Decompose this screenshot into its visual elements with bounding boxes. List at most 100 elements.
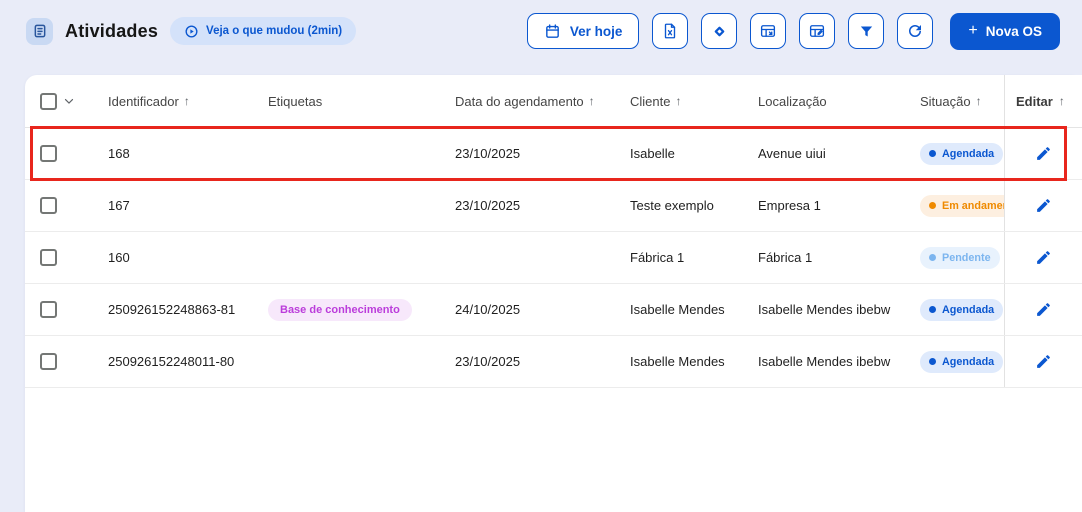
column-header-client[interactable]: Cliente ↑	[630, 94, 758, 109]
status-badge: Agendada	[920, 298, 1004, 321]
select-menu-chevron-icon[interactable]	[62, 94, 76, 108]
cell-edit	[1004, 232, 1082, 283]
filter-button[interactable]	[848, 13, 885, 49]
status-dot-icon	[929, 202, 936, 209]
select-all-checkbox[interactable]	[40, 92, 57, 110]
table-row[interactable]: 250926152248863-81 Base de conhecimento …	[25, 284, 1082, 336]
row-select-cell	[25, 145, 108, 162]
cell-edit	[1004, 284, 1082, 335]
cell-identifier: 167	[108, 198, 130, 213]
cell-date: 23/10/2025	[455, 198, 521, 213]
cell-date: 23/10/2025	[455, 146, 521, 161]
cell-client: Isabelle Mendes	[630, 302, 725, 317]
row-checkbox[interactable]	[40, 249, 57, 266]
cell-client: Isabelle Mendes	[630, 354, 725, 369]
edit-button[interactable]	[1035, 145, 1052, 162]
row-checkbox[interactable]	[40, 145, 57, 162]
status-badge: Agendada	[920, 350, 1004, 373]
table-row[interactable]: 168 23/10/2025 Isabelle Avenue uiui Agen…	[25, 128, 1082, 180]
view-today-label: Ver hoje	[569, 23, 623, 39]
cell-identifier: 250926152248011-80	[108, 354, 235, 369]
cell-status: Agendada	[920, 298, 1004, 321]
view-today-button[interactable]: Ver hoje	[526, 13, 640, 49]
diamond-button[interactable]	[701, 13, 738, 49]
play-circle-icon	[184, 24, 199, 39]
table-export-button[interactable]	[750, 13, 787, 49]
cell-location: Empresa 1	[758, 198, 821, 213]
activities-table-card: Identificador ↑ Etiquetas Data do agenda…	[25, 75, 1082, 512]
refresh-icon	[906, 22, 924, 40]
cell-identifier: 160	[108, 250, 130, 265]
table-row[interactable]: 167 23/10/2025 Teste exemplo Empresa 1 E…	[25, 180, 1082, 232]
cell-edit	[1004, 180, 1082, 231]
refresh-button[interactable]	[897, 13, 934, 49]
cell-date: 23/10/2025	[455, 354, 521, 369]
changelog-label: Veja o que mudou (2min)	[206, 25, 343, 37]
table-row[interactable]: 250926152248011-80 23/10/2025 Isabelle M…	[25, 336, 1082, 388]
table-edit-icon	[808, 22, 826, 40]
cell-location: Fábrica 1	[758, 250, 813, 265]
status-dot-icon	[929, 358, 936, 365]
column-header-identifier[interactable]: Identificador ↑	[108, 94, 268, 109]
tag-pill: Base de conhecimento	[268, 298, 412, 321]
column-header-date[interactable]: Data do agendamento ↑	[455, 94, 630, 109]
export-excel-button[interactable]	[652, 13, 689, 49]
cell-location: Avenue uiui	[758, 146, 826, 161]
cell-client: Isabelle	[630, 146, 675, 161]
row-checkbox[interactable]	[40, 197, 57, 214]
row-select-cell	[25, 249, 108, 266]
sort-asc-icon[interactable]: ↑	[675, 94, 681, 108]
row-select-cell	[25, 301, 108, 318]
activities-icon	[26, 17, 53, 45]
new-os-button[interactable]: + Nova OS	[950, 12, 1060, 50]
cell-status: Agendada	[920, 142, 1004, 165]
column-header-status[interactable]: Situação ↑	[920, 94, 1004, 109]
calendar-icon	[544, 23, 561, 40]
cell-tags: Base de conhecimento	[268, 298, 455, 321]
filter-icon	[858, 23, 875, 40]
excel-file-icon	[661, 22, 679, 40]
cell-edit	[1004, 128, 1082, 179]
status-badge: Pendente	[920, 246, 1000, 269]
sort-asc-icon[interactable]: ↑	[1059, 94, 1065, 108]
cell-status: Pendente	[920, 246, 1004, 269]
edit-button[interactable]	[1035, 197, 1052, 214]
changelog-button[interactable]: Veja o que mudou (2min)	[170, 17, 357, 45]
status-dot-icon	[929, 254, 936, 261]
plus-icon: +	[968, 22, 978, 39]
cell-client: Fábrica 1	[630, 250, 685, 265]
row-select-cell	[25, 353, 108, 370]
diamond-icon	[711, 23, 728, 40]
edit-button[interactable]	[1035, 301, 1052, 318]
status-dot-icon	[929, 306, 936, 313]
cell-identifier: 250926152248863-81	[108, 302, 236, 317]
column-header-location[interactable]: Localização	[758, 94, 920, 109]
new-os-label: Nova OS	[985, 23, 1042, 39]
topbar-right: Ver hoje + Nova OS	[526, 12, 1060, 50]
cell-status: Agendada	[920, 350, 1004, 373]
table-edit-button[interactable]	[799, 13, 836, 49]
sort-asc-icon[interactable]: ↑	[589, 94, 595, 108]
edit-button[interactable]	[1035, 249, 1052, 266]
cell-identifier: 168	[108, 146, 130, 161]
cell-edit	[1004, 336, 1082, 387]
topbar: Atividades Veja o que mudou (2min) Ver h…	[0, 0, 1082, 62]
status-badge: Em andamento	[920, 194, 1004, 217]
table-export-icon	[759, 22, 777, 40]
edit-button[interactable]	[1035, 353, 1052, 370]
status-badge: Agendada	[920, 142, 1004, 165]
cell-status: Em andamento	[920, 194, 1004, 217]
cell-location: Isabelle Mendes ibebw	[758, 354, 891, 369]
sort-asc-icon[interactable]: ↑	[184, 94, 190, 108]
table-row[interactable]: 160 Fábrica 1 Fábrica 1 Pendente	[25, 232, 1082, 284]
page-title: Atividades	[65, 20, 159, 41]
column-header-tags[interactable]: Etiquetas	[268, 94, 455, 109]
row-checkbox[interactable]	[40, 353, 57, 370]
row-select-cell	[25, 197, 108, 214]
status-dot-icon	[929, 150, 936, 157]
header-select-cell	[25, 92, 108, 110]
cell-location: Isabelle Mendes ibebw	[758, 302, 891, 317]
column-header-edit[interactable]: Editar ↑	[1004, 75, 1082, 127]
sort-asc-icon[interactable]: ↑	[976, 94, 982, 108]
row-checkbox[interactable]	[40, 301, 57, 318]
